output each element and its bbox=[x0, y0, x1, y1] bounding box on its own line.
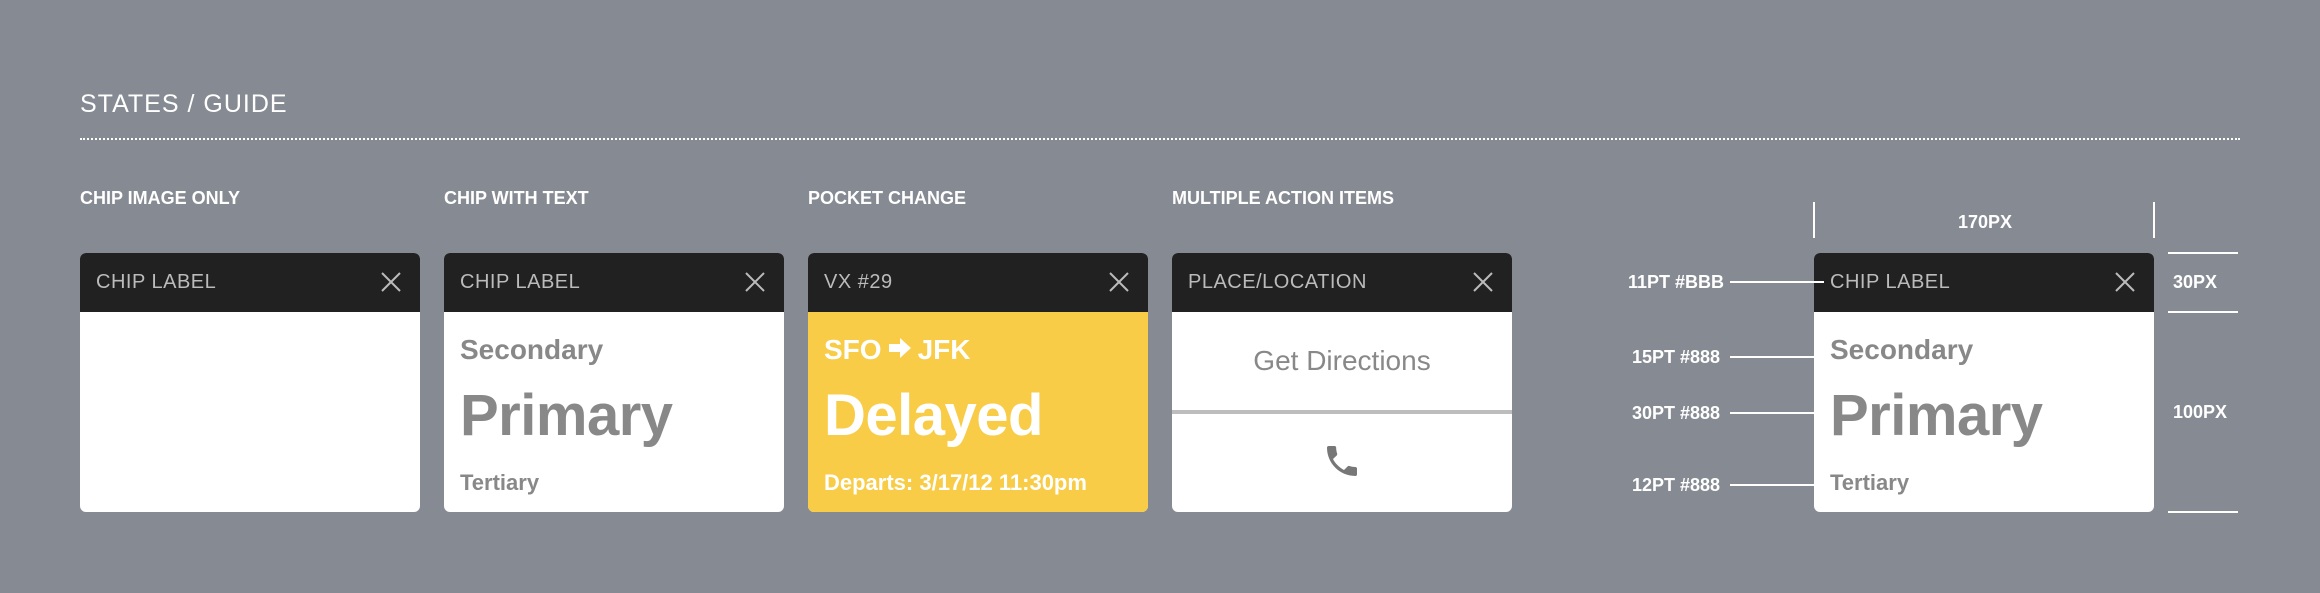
close-icon[interactable] bbox=[744, 271, 766, 293]
chip-header: CHIP LABEL bbox=[1814, 253, 2154, 312]
header-height-annotation: 30PX bbox=[2173, 272, 2218, 292]
get-directions-button[interactable]: Get Directions bbox=[1172, 312, 1512, 410]
departure-text: Departs: 3/17/12 11:30pm bbox=[824, 470, 1087, 495]
tertiary-text: Tertiary bbox=[1830, 470, 1910, 495]
chip-header: CHIP LABEL bbox=[444, 253, 784, 312]
height-guide-mid bbox=[2168, 311, 2238, 313]
height-guide-top bbox=[2168, 252, 2238, 254]
chip-with-text[interactable]: CHIP LABEL Secondary Primary Tertiary bbox=[444, 253, 784, 512]
arrow-right-icon bbox=[888, 334, 912, 366]
route-origin: SFO bbox=[824, 334, 882, 365]
tertiary-style-line bbox=[1730, 484, 1814, 486]
chip-image-area bbox=[80, 312, 420, 512]
dotted-divider bbox=[80, 138, 2240, 140]
section-label-with-text: CHIP WITH TEXT bbox=[444, 188, 589, 208]
chip-header: VX #29 bbox=[808, 253, 1148, 312]
width-guide-left bbox=[1813, 202, 1815, 238]
primary-text: Primary bbox=[1830, 383, 2043, 448]
chip-label: CHIP LABEL bbox=[96, 271, 217, 293]
secondary-text: Secondary bbox=[1830, 334, 1974, 365]
chip-spec-example: CHIP LABEL Secondary Primary Tertiary bbox=[1814, 253, 2154, 512]
chip-image-only[interactable]: CHIP LABEL bbox=[80, 253, 420, 512]
close-icon bbox=[2114, 271, 2136, 293]
chip-label: CHIP LABEL bbox=[460, 271, 581, 293]
route-destination: JFK bbox=[917, 334, 971, 365]
chip-body: SFO JFK Delayed Departs: 3/17/12 11:30pm bbox=[808, 312, 1148, 512]
chip-body: Secondary Primary Tertiary bbox=[1814, 312, 2154, 512]
chip-body: Get Directions bbox=[1172, 312, 1512, 512]
section-label-image-only: CHIP IMAGE ONLY bbox=[80, 188, 241, 208]
tertiary-style-annotation: 12PT #888 bbox=[1632, 475, 1721, 495]
phone-icon bbox=[1322, 441, 1362, 486]
width-annotation: 170PX bbox=[1958, 212, 2013, 232]
body-height-annotation: 100PX bbox=[2173, 402, 2228, 422]
label-style-annotation: 11PT #BBB bbox=[1628, 272, 1725, 292]
primary-style-line bbox=[1730, 412, 1814, 414]
chip-pocket-change[interactable]: VX #29 SFO JFK Delayed Departs: 3/17/12 … bbox=[808, 253, 1148, 512]
chip-label: PLACE/LOCATION bbox=[1188, 271, 1367, 293]
primary-style-annotation: 30PT #888 bbox=[1632, 403, 1721, 423]
chip-header: PLACE/LOCATION bbox=[1172, 253, 1512, 312]
close-icon[interactable] bbox=[380, 271, 402, 293]
call-button[interactable] bbox=[1172, 414, 1512, 512]
secondary-style-line bbox=[1730, 356, 1814, 358]
chip-multiple-actions[interactable]: PLACE/LOCATION Get Directions bbox=[1172, 253, 1512, 512]
page-title: STATES / GUIDE bbox=[80, 90, 288, 118]
flight-route: SFO JFK bbox=[824, 334, 970, 366]
secondary-style-annotation: 15PT #888 bbox=[1632, 347, 1721, 367]
close-icon[interactable] bbox=[1108, 271, 1130, 293]
chip-body: Secondary Primary Tertiary bbox=[444, 312, 784, 512]
chip-header: CHIP LABEL bbox=[80, 253, 420, 312]
section-label-pocket-change: POCKET CHANGE bbox=[808, 188, 967, 208]
status-text: Delayed bbox=[824, 383, 1043, 448]
chip-label: CHIP LABEL bbox=[1830, 271, 1951, 293]
section-label-multiple-actions: MULTIPLE ACTION ITEMS bbox=[1172, 188, 1394, 208]
width-guide-right bbox=[2153, 202, 2155, 238]
secondary-text: Secondary bbox=[460, 334, 604, 365]
chip-label: VX #29 bbox=[824, 271, 893, 293]
label-style-line bbox=[1730, 281, 1824, 283]
height-guide-bottom bbox=[2168, 511, 2238, 513]
tertiary-text: Tertiary bbox=[460, 470, 540, 495]
close-icon[interactable] bbox=[1472, 271, 1494, 293]
primary-text: Primary bbox=[460, 383, 673, 448]
